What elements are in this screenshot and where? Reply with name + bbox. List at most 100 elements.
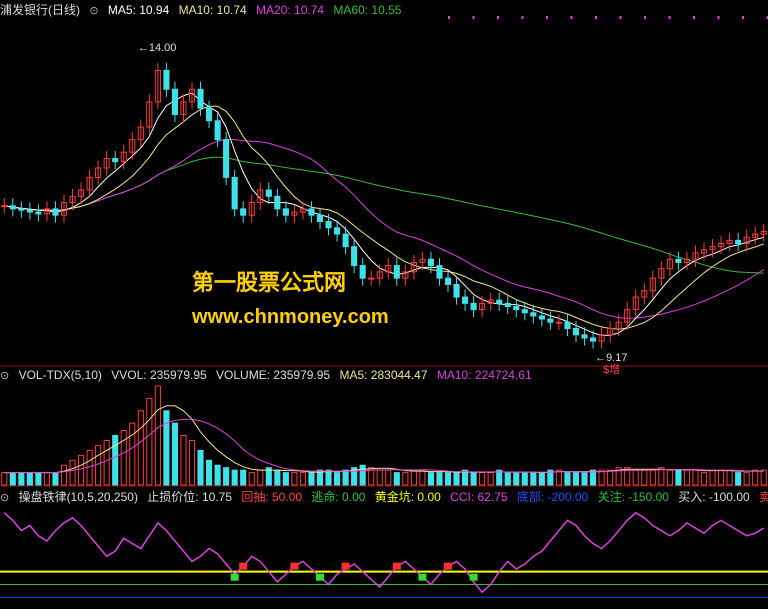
volume-bar <box>240 469 247 486</box>
volume-bar <box>60 464 68 486</box>
price-panel-title: 浦发银行(日线) <box>0 3 80 17</box>
low-price-label: ←9.17 <box>595 352 627 364</box>
ma60-line <box>4 156 764 274</box>
volume-bar <box>78 454 85 486</box>
ma5-line <box>4 92 764 336</box>
volume-bar <box>709 469 716 486</box>
volume-bar <box>299 472 306 486</box>
osc-panel-header: ⊙ 操盘铁律(10,5,20,250) 止损价位: 10.75 回抽: 50.0… <box>0 488 768 505</box>
candle-body <box>359 265 366 279</box>
candle-body <box>9 205 16 210</box>
volume-bar <box>376 469 383 486</box>
volume-bar <box>9 472 16 486</box>
volume-bar <box>641 469 648 486</box>
candle-body <box>171 88 178 115</box>
volume-bar <box>112 435 119 486</box>
volume-bar <box>700 472 708 486</box>
ma20-line <box>4 138 764 319</box>
watermark-url: www.chnmoney.com <box>192 306 389 328</box>
candle-body <box>436 265 443 279</box>
volume-bar <box>564 472 571 486</box>
candle-body <box>334 227 341 235</box>
candle-body <box>223 139 230 178</box>
volume-bar <box>453 472 460 486</box>
vol-ma10-readout: MA10: 224724.61 <box>436 368 532 382</box>
candle-body <box>590 337 597 342</box>
candle-body <box>521 309 528 314</box>
volume-bar <box>692 469 699 486</box>
candle-body <box>547 318 554 323</box>
buy-signal-marker <box>290 562 299 570</box>
candle-body <box>504 302 511 307</box>
volume-bar <box>308 472 315 486</box>
volume-bar <box>538 472 545 486</box>
pullback-readout: 回抽: 50.00 <box>241 490 303 504</box>
candle-body <box>112 158 119 163</box>
volume-bar <box>52 472 59 486</box>
candle-body <box>265 189 272 197</box>
candle-body <box>555 321 562 324</box>
candle-body <box>453 283 460 298</box>
volume-bar <box>581 472 588 486</box>
panel-settings-icon[interactable]: ⊙ <box>89 4 98 17</box>
escape-readout: 逃命: 0.00 <box>311 490 366 504</box>
chart-canvas[interactable]: ←14.00←9.17$增 <box>0 0 768 609</box>
ma10-line <box>4 105 764 330</box>
volume-bar <box>103 439 110 486</box>
sell-readout: 卖出: 1 <box>759 490 768 504</box>
candle-body <box>325 220 332 229</box>
volume-bar <box>504 472 511 486</box>
candle-body <box>675 258 682 263</box>
volume-bar <box>26 472 33 486</box>
volume-bar <box>282 472 289 486</box>
candle-body <box>496 299 503 304</box>
volume-settings-icon[interactable]: ⊙ <box>0 369 9 382</box>
volume-bar <box>334 472 341 486</box>
candle-body <box>351 246 358 267</box>
watch-readout: 关注: -150.00 <box>597 490 669 504</box>
candle-body <box>1 205 8 208</box>
volume-bar <box>137 410 144 486</box>
volume-bar <box>154 385 161 486</box>
volume-bar <box>146 397 153 486</box>
osc-settings-icon[interactable]: ⊙ <box>0 491 9 504</box>
buy-signal-marker <box>444 562 452 570</box>
candle-body <box>52 208 59 216</box>
candle-body <box>393 265 400 279</box>
volume-bar <box>402 472 409 486</box>
volume-bar <box>607 469 614 486</box>
high-price-label: ←14.00 <box>138 42 177 54</box>
volume-bar <box>359 464 366 486</box>
volume-bar <box>95 444 102 486</box>
volume-bar <box>479 472 486 486</box>
volume-bar <box>1 472 8 486</box>
candle-body <box>564 321 571 330</box>
candle-body <box>35 211 42 215</box>
volume-bar <box>342 469 349 486</box>
ma5-readout: MA5: 10.94 <box>107 3 170 17</box>
volume-indicator-name: VOL-TDX(5,10) <box>18 368 102 382</box>
volume-bar <box>410 469 417 486</box>
volume-bar <box>257 469 264 486</box>
volume-bar <box>214 464 221 486</box>
volume-bar <box>231 469 238 486</box>
cci-readout: CCI: 62.75 <box>450 490 508 504</box>
oscillator-line <box>3 511 765 594</box>
candle-body <box>368 277 375 280</box>
candle-body <box>231 176 238 210</box>
buy-signal-marker <box>392 562 401 570</box>
candle-body <box>214 120 221 141</box>
vol-ma5-readout: MA5: 283044.47 <box>339 368 428 382</box>
volume-bar <box>274 469 281 486</box>
volume-bar <box>171 422 178 486</box>
volume-bar <box>598 469 605 486</box>
candle-body <box>163 69 170 90</box>
volume-bar <box>666 469 673 486</box>
gold-readout: 黄金坑: 0.00 <box>374 490 441 504</box>
ma10-readout: MA10: 10.74 <box>178 3 247 17</box>
volume-bar <box>129 422 136 486</box>
candle-body <box>240 208 247 216</box>
volume-panel-header: ⊙ VOL-TDX(5,10) VVOL: 235979.95 VOLUME: … <box>0 368 768 385</box>
candle-body <box>206 107 213 122</box>
candle-body <box>572 328 580 336</box>
